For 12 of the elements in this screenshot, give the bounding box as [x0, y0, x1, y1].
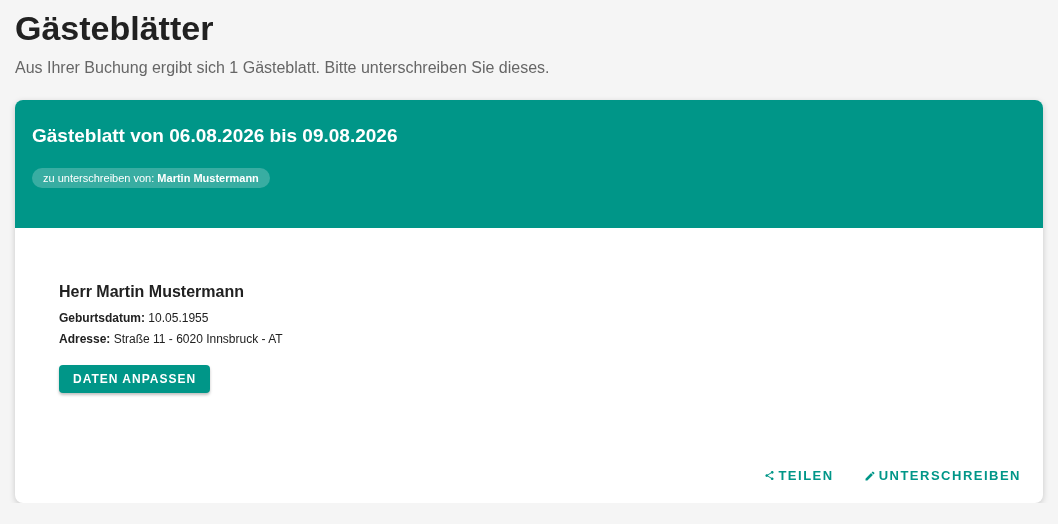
- pencil-icon: [863, 469, 876, 482]
- guest-detail: Geburtsdatum: 10.05.1955: [59, 310, 209, 326]
- signer-chip: zu unterschreiben von: Martin Mustermann: [32, 168, 270, 188]
- share-button[interactable]: TEILEN: [756, 462, 842, 489]
- card-title: Gästeblatt von 06.08.2026 bis 09.08.2026: [32, 124, 398, 148]
- page-subtitle: Aus Ihrer Buchung ergibt sich 1 Gästeblatt. Bitte unterschreiben Sie dieses.: [15, 59, 551, 77]
- edit-data-button[interactable]: DATEN ANPASSEN: [59, 365, 211, 393]
- page-title: Gästeblätter: [15, 8, 215, 49]
- share-icon: [764, 470, 776, 481]
- sign-button[interactable]: UNTERSCHREIBEN: [855, 462, 1029, 489]
- guest-detail: Adresse: Straße 11 - 6020 Innsbruck - AT: [59, 331, 283, 347]
- guest-name: Herr Martin Mustermann: [59, 283, 244, 301]
